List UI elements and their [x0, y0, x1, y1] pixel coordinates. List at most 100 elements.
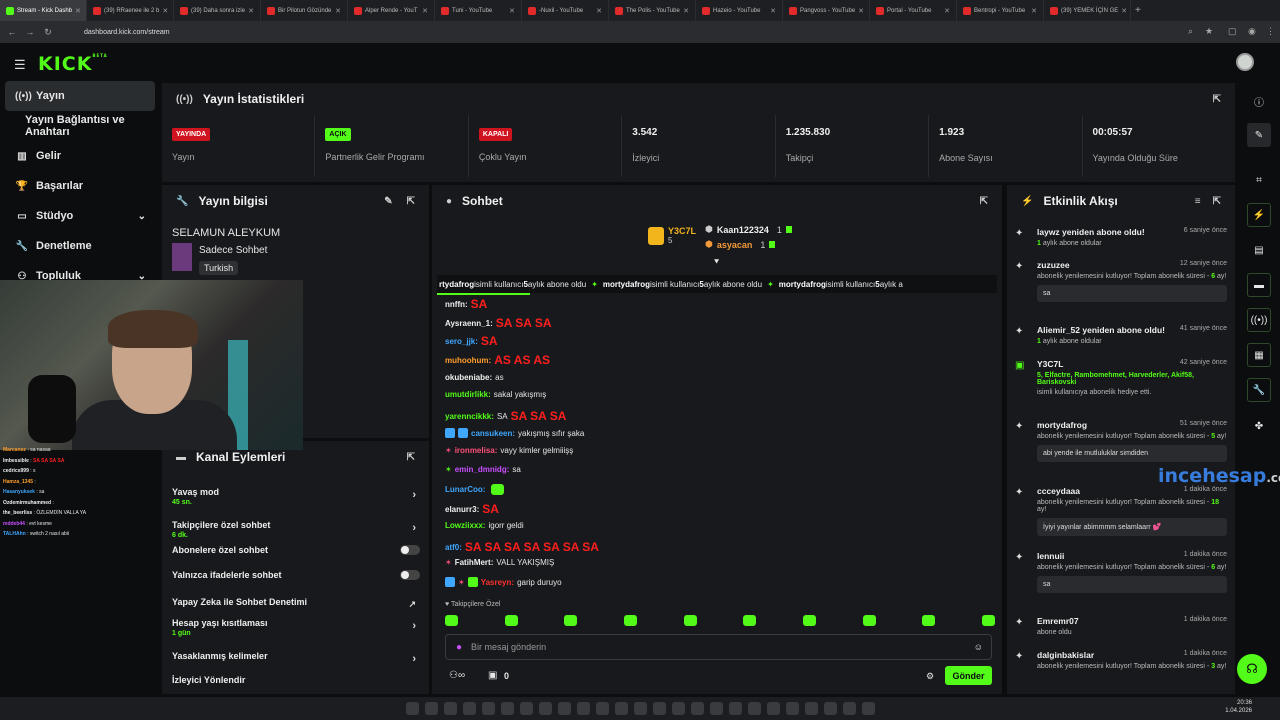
emote-icon[interactable]	[445, 615, 458, 626]
sidebar-item[interactable]: Yayın Bağlantısı ve Anahtarı	[0, 111, 160, 141]
close-tab-icon[interactable]: ✕	[422, 7, 428, 15]
extensions-icon[interactable]: ▢	[1228, 26, 1237, 37]
close-tab-icon[interactable]: ✕	[162, 7, 168, 15]
filter-icon[interactable]: ≡	[1195, 196, 1201, 207]
emote-icon[interactable]	[564, 615, 578, 626]
close-tab-icon[interactable]: ✕	[683, 7, 689, 15]
info-icon[interactable]: ⓘ	[1247, 89, 1271, 113]
toggle-switch[interactable]	[400, 545, 420, 555]
chat-username[interactable]: muhoohum:	[445, 356, 491, 365]
chat-username[interactable]: emin_dmnidg:	[455, 465, 510, 474]
search-icon[interactable]	[424, 702, 438, 715]
app-icon[interactable]	[861, 702, 875, 715]
app-icon[interactable]	[614, 702, 628, 715]
game-icon[interactable]	[576, 702, 590, 715]
music-icon[interactable]	[557, 702, 571, 715]
channel-action-row[interactable]: İzleyici Yönlendir	[172, 675, 420, 685]
toggle-switch[interactable]	[400, 570, 420, 580]
apps-icon[interactable]: ✤	[1247, 414, 1271, 438]
forward-icon[interactable]: →	[24, 27, 36, 37]
broadcast-icon[interactable]: ((•))	[1247, 308, 1271, 332]
emote-icon[interactable]	[922, 615, 936, 626]
channel-action-row[interactable]: Takipçilere özel sohbet 6 dk. ›	[172, 520, 420, 539]
emote-icon[interactable]	[504, 615, 518, 626]
chat-username[interactable]: sero_jjk:	[445, 337, 478, 346]
chevron-right-icon[interactable]: ›	[412, 522, 416, 534]
external-link-icon[interactable]: ↗	[408, 599, 416, 610]
top-gifter-2[interactable]: ⬢ Kaan122324 1	[705, 224, 792, 235]
browser-tab[interactable]: (39) Daha sonra izle ✕	[174, 0, 261, 21]
browser-tab[interactable]: The Polis - YouTube ✕	[609, 0, 696, 21]
chrome-icon[interactable]	[462, 702, 476, 715]
chat-username[interactable]: Lowziixxx:	[445, 521, 485, 530]
new-tab-icon[interactable]: +	[1135, 5, 1141, 16]
emote-icon[interactable]	[683, 615, 697, 626]
browser-tab[interactable]: Bentropi - YouTube ✕	[957, 0, 1044, 21]
browser-tab[interactable]: Portal - YouTube ✕	[870, 0, 957, 21]
chat-username[interactable]: yarenncikkk:	[445, 412, 494, 421]
popout-icon[interactable]: ⇱	[1213, 94, 1221, 105]
edit-icon[interactable]: ✎	[1247, 123, 1271, 147]
pin-icon[interactable]: ⯆	[713, 257, 720, 268]
steam-icon[interactable]	[519, 702, 533, 715]
reload-icon[interactable]: ↻	[42, 27, 54, 38]
wrench-icon[interactable]: 🔧	[1247, 378, 1271, 402]
channel-action-row[interactable]: Hesap yaşı kısıtlaması 1 gün ›	[172, 618, 420, 637]
browser-tab[interactable]: (39) YEMEK İÇİN GE ✕	[1044, 0, 1131, 21]
gift-icon[interactable]: ▣	[488, 670, 497, 681]
chat-username[interactable]: okubeniabe:	[445, 373, 492, 382]
close-tab-icon[interactable]: ✕	[335, 7, 341, 15]
emote-icon[interactable]	[623, 615, 637, 626]
profile-icon[interactable]: ◉	[1248, 26, 1256, 37]
browser-tab[interactable]: Tuni - YouTube ✕	[435, 0, 522, 21]
close-tab-icon[interactable]: ✕	[75, 7, 81, 15]
app-icon[interactable]	[823, 702, 837, 715]
bookmark-star-icon[interactable]: ★	[1205, 26, 1213, 37]
windows-start-icon[interactable]	[405, 702, 419, 715]
chevron-right-icon[interactable]: ›	[412, 489, 416, 501]
lightning-icon[interactable]: ⚡	[1247, 203, 1271, 227]
app-icon[interactable]	[728, 702, 742, 715]
chevron-right-icon[interactable]: ›	[412, 653, 416, 665]
channel-action-row[interactable]: Yavaş mod 45 sn. ›	[172, 487, 420, 506]
app-icon[interactable]	[804, 702, 818, 715]
send-button[interactable]: Gönder	[945, 666, 992, 685]
sidebar-item[interactable]: ▭ Stüdyo ⌄	[0, 201, 160, 231]
top-gifter-3[interactable]: ⬢ asyacan 1	[705, 239, 776, 250]
popout-icon[interactable]: ⇱	[1213, 196, 1221, 207]
emote-icon[interactable]	[981, 615, 995, 626]
chat-input[interactable]: ● Bir mesaj gönderin ☺	[445, 634, 992, 660]
close-tab-icon[interactable]: ✕	[596, 7, 602, 15]
app-icon[interactable]	[785, 702, 799, 715]
emote-icon[interactable]	[862, 615, 876, 626]
app-icon[interactable]	[842, 702, 856, 715]
chat-users-icon[interactable]: ⚇∞	[449, 670, 465, 681]
channel-action-row[interactable]: Yasaklanmış kelimeler ›	[172, 651, 420, 665]
chat-username[interactable]: LunarCoo:	[445, 485, 485, 494]
close-tab-icon[interactable]: ✕	[858, 7, 864, 15]
chat-username[interactable]: umutdirlikk:	[445, 390, 491, 399]
chat-username[interactable]: nnffn:	[445, 300, 468, 309]
store-icon[interactable]	[500, 702, 514, 715]
popout-icon[interactable]: ⇱	[407, 452, 415, 463]
channel-action-row[interactable]: Yapay Zeka ile Sohbet Denetimi ↗	[172, 597, 420, 610]
app-icon[interactable]	[595, 702, 609, 715]
chat-icon[interactable]: ▬	[1247, 273, 1271, 297]
sidebar-item[interactable]: 🏆 Başarılar	[0, 171, 160, 201]
sidebar-item[interactable]: 🔧 Denetleme	[0, 231, 160, 261]
browser-menu-icon[interactable]: ⋮	[1266, 26, 1275, 37]
emoji-icon[interactable]: ☺	[974, 642, 983, 652]
chat-username[interactable]: Yasreyn:	[481, 578, 514, 587]
browser-tab[interactable]: (39) RRaenee ile 2 b ✕	[87, 0, 174, 21]
chat-username[interactable]: ironmelisa:	[455, 446, 498, 455]
browser-tab[interactable]: Alper Rende - YouT ✕	[348, 0, 435, 21]
layout-icon[interactable]: ▦	[1247, 343, 1271, 367]
emote-icon[interactable]	[743, 615, 757, 626]
discord-icon[interactable]	[538, 702, 552, 715]
explorer-icon[interactable]	[481, 702, 495, 715]
popout-icon[interactable]: ⇱	[407, 196, 415, 207]
close-tab-icon[interactable]: ✕	[1121, 7, 1127, 15]
chat-settings-gear-icon[interactable]: ⚙	[926, 671, 934, 682]
app-icon[interactable]	[633, 702, 647, 715]
emote-icon[interactable]	[802, 615, 816, 626]
